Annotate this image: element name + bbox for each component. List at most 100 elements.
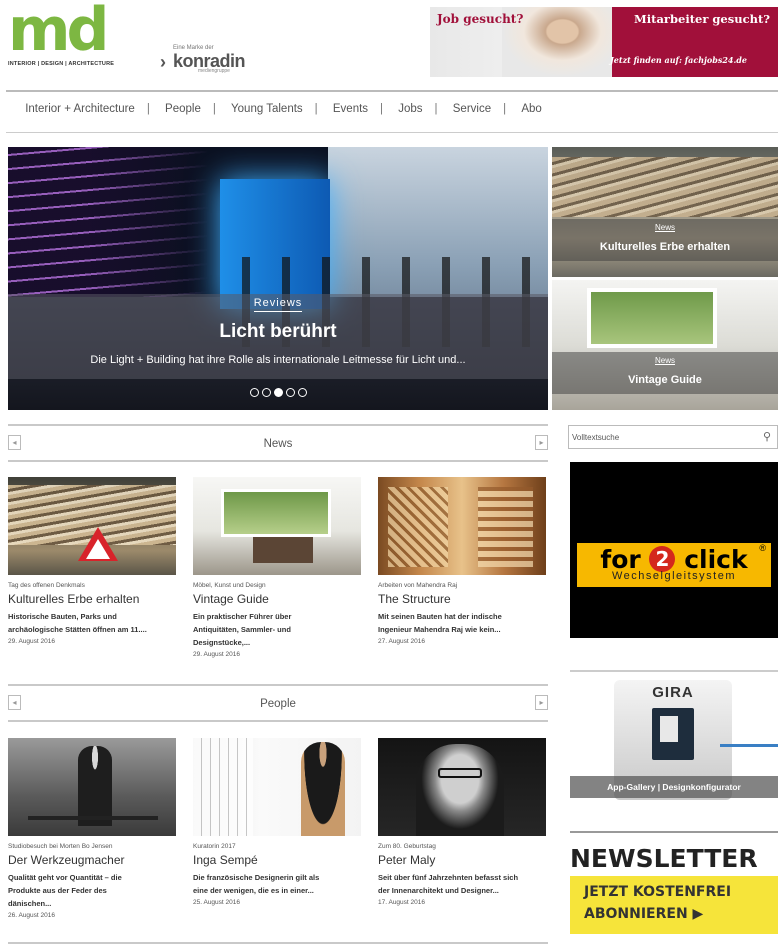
card-image[interactable] [378,738,546,836]
hero-category[interactable]: Reviews [8,297,548,312]
slide-dot-5[interactable] [297,388,307,397]
site-logo[interactable]: md INTERIOR | DESIGN | ARCHITECTURE [8,0,148,67]
tile-title[interactable]: Vintage Guide [552,374,778,386]
gira-ad[interactable]: GIRA App-Gallery | Designkonfigurator [570,678,778,801]
nav-item-jobs[interactable]: Jobs [398,103,422,115]
image-detail [416,744,504,836]
card-title[interactable]: Vintage Guide [193,592,361,606]
card-date: 27. August 2016 [378,638,425,645]
card-teaser: Mit seinen Bauten hat der indische Ingeni… [378,610,546,636]
image-detail [301,742,345,836]
logo-letters: md [8,0,109,65]
nav-separator: | [503,103,507,115]
teaser-line: Mit seinen Bauten hat der indische [378,612,502,621]
search-icon[interactable]: ⚲ [763,430,771,443]
hero-description: Die Light + Building hat ihre Rolle als … [90,354,466,366]
ad-caption[interactable]: App-Gallery | Designkonfigurator [570,776,778,798]
hero-slider[interactable]: Reviews Licht berührt Die Light + Buildi… [8,147,548,410]
people-card[interactable]: Kuratorin 2017 Inga Sempé Die französisc… [193,738,361,906]
teaser-line: der Innenarchitekt und Designer... [378,886,499,895]
people-card[interactable]: Zum 80. Geburtstag Peter Maly Seit über … [378,738,546,906]
news-card[interactable]: Tag des offenen Denkmals Kulturelles Erb… [8,477,176,645]
card-image[interactable] [378,477,546,575]
card-image[interactable] [193,477,361,575]
teaser-line: archäologische Stätten öffnen am 11.... [8,625,147,634]
teaser-line: dänischen... [8,899,52,908]
image-detail [253,537,313,563]
slide-dot-2[interactable] [261,388,271,397]
nav-item-young-talents[interactable]: Young Talents [231,103,303,115]
teaser-line: Antiquitäten, Sammler- und [193,625,291,634]
card-image[interactable] [8,738,176,836]
tile-title[interactable]: Kulturelles Erbe erhalten [552,241,778,253]
card-title[interactable]: Kulturelles Erbe erhalten [8,592,176,606]
card-kicker: Zum 80. Geburtstag [378,843,436,850]
side-tile-kulturelles-erbe[interactable]: News Kulturelles Erbe erhalten [552,147,778,277]
card-title[interactable]: Inga Sempé [193,853,361,867]
chevron-right-icon[interactable]: ▸ [535,695,548,710]
slide-dot-1[interactable] [249,388,259,397]
nav-item-interior-architecture[interactable]: Interior + Architecture [25,103,135,115]
news-card[interactable]: Möbel, Kunst und Design Vintage Guide Ei… [193,477,361,658]
newsletter-divider [570,831,778,833]
logo-tagline: INTERIOR | DESIGN | ARCHITECTURE [8,61,115,67]
slide-dot-4[interactable] [285,388,295,397]
nav-divider-bottom [6,132,778,133]
search-box: ⚲ [568,425,778,449]
news-section-header: ◂ News ▸ [8,424,548,462]
for2click-ad[interactable]: for 2 click ® Wechselgleitsystem [570,462,778,638]
image-detail [388,487,448,567]
nav-divider-top [6,90,778,92]
people-card[interactable]: Studiobesuch bei Morten Bo Jensen Der We… [8,738,176,919]
card-kicker: Studiobesuch bei Morten Bo Jensen [8,843,113,850]
ad-subtitle: Wechselgleitsystem [612,570,736,582]
card-teaser: Historische Bauten, Parks und archäologis… [8,610,176,636]
search-input[interactable] [572,429,752,445]
publisher-logo[interactable]: Eine Marke der › konradin mediengruppe [160,40,260,76]
card-kicker: Tag des offenen Denkmals [8,582,85,589]
image-detail [193,738,253,836]
card-image[interactable] [193,738,361,836]
teaser-line: Qualität geht vor Quantität – die [8,873,122,882]
card-kicker: Möbel, Kunst und Design [193,582,266,589]
card-title[interactable]: Der Werkzeugmacher [8,853,176,867]
newsletter-box[interactable]: NEWSLETTER JETZT KOSTENFREI ABONNIEREN ▶ [570,840,778,938]
tile-category[interactable]: News [552,223,778,232]
nav-item-events[interactable]: Events [333,103,368,115]
teaser-line: Ein praktischer Führer über [193,612,292,621]
nav-item-abo[interactable]: Abo [521,103,541,115]
hero-title[interactable]: Licht berührt [8,321,548,343]
ad-divider [570,670,778,672]
nav-item-service[interactable]: Service [453,103,491,115]
banner-cta-prefix: Jetzt finden auf: [610,55,682,65]
side-tile-vintage-guide[interactable]: News Vintage Guide [552,280,778,410]
card-kicker: Arbeiten von Mahendra Raj [378,582,458,589]
nav-item-people[interactable]: People [165,103,201,115]
chevron-right-icon[interactable]: ▸ [535,435,548,450]
image-detail [86,539,110,559]
hero-category-label[interactable]: Reviews [253,297,303,312]
newsletter-cta[interactable]: JETZT KOSTENFREI ABONNIEREN ▶ [570,876,778,934]
image-detail [660,716,678,742]
news-card[interactable]: Arbeiten von Mahendra Raj The Structure … [378,477,546,645]
nav-separator: | [212,103,216,115]
card-teaser: Ein praktischer Führer über Antiquitäten,… [193,610,361,649]
card-teaser: Seit über fünf Jahrzehnten befasst sich d… [378,871,546,897]
image-detail [28,816,158,820]
slide-dot-3[interactable] [273,388,283,397]
newsletter-subscribe-button[interactable]: ABONNIEREN ▶ [584,906,703,922]
card-title[interactable]: Peter Maly [378,853,546,867]
image-detail [78,746,112,826]
card-title[interactable]: The Structure [378,592,546,606]
people-section-label[interactable]: People [8,698,548,710]
section-divider [8,942,548,944]
newsletter-title: NEWSLETTER [570,844,758,873]
job-banner-ad[interactable]: Job gesucht? Mitarbeiter gesucht? Jetzt … [430,7,778,77]
news-section-label[interactable]: News [8,438,548,450]
teaser-line: Produkte aus der Feder des [8,886,107,895]
banner-cta-brand: fachjobs24.de [684,55,747,65]
card-teaser: Qualität geht vor Quantität – die Produkt… [8,871,176,910]
card-image[interactable] [8,477,176,575]
tile-category[interactable]: News [552,356,778,365]
ad-accent-line [720,744,778,747]
